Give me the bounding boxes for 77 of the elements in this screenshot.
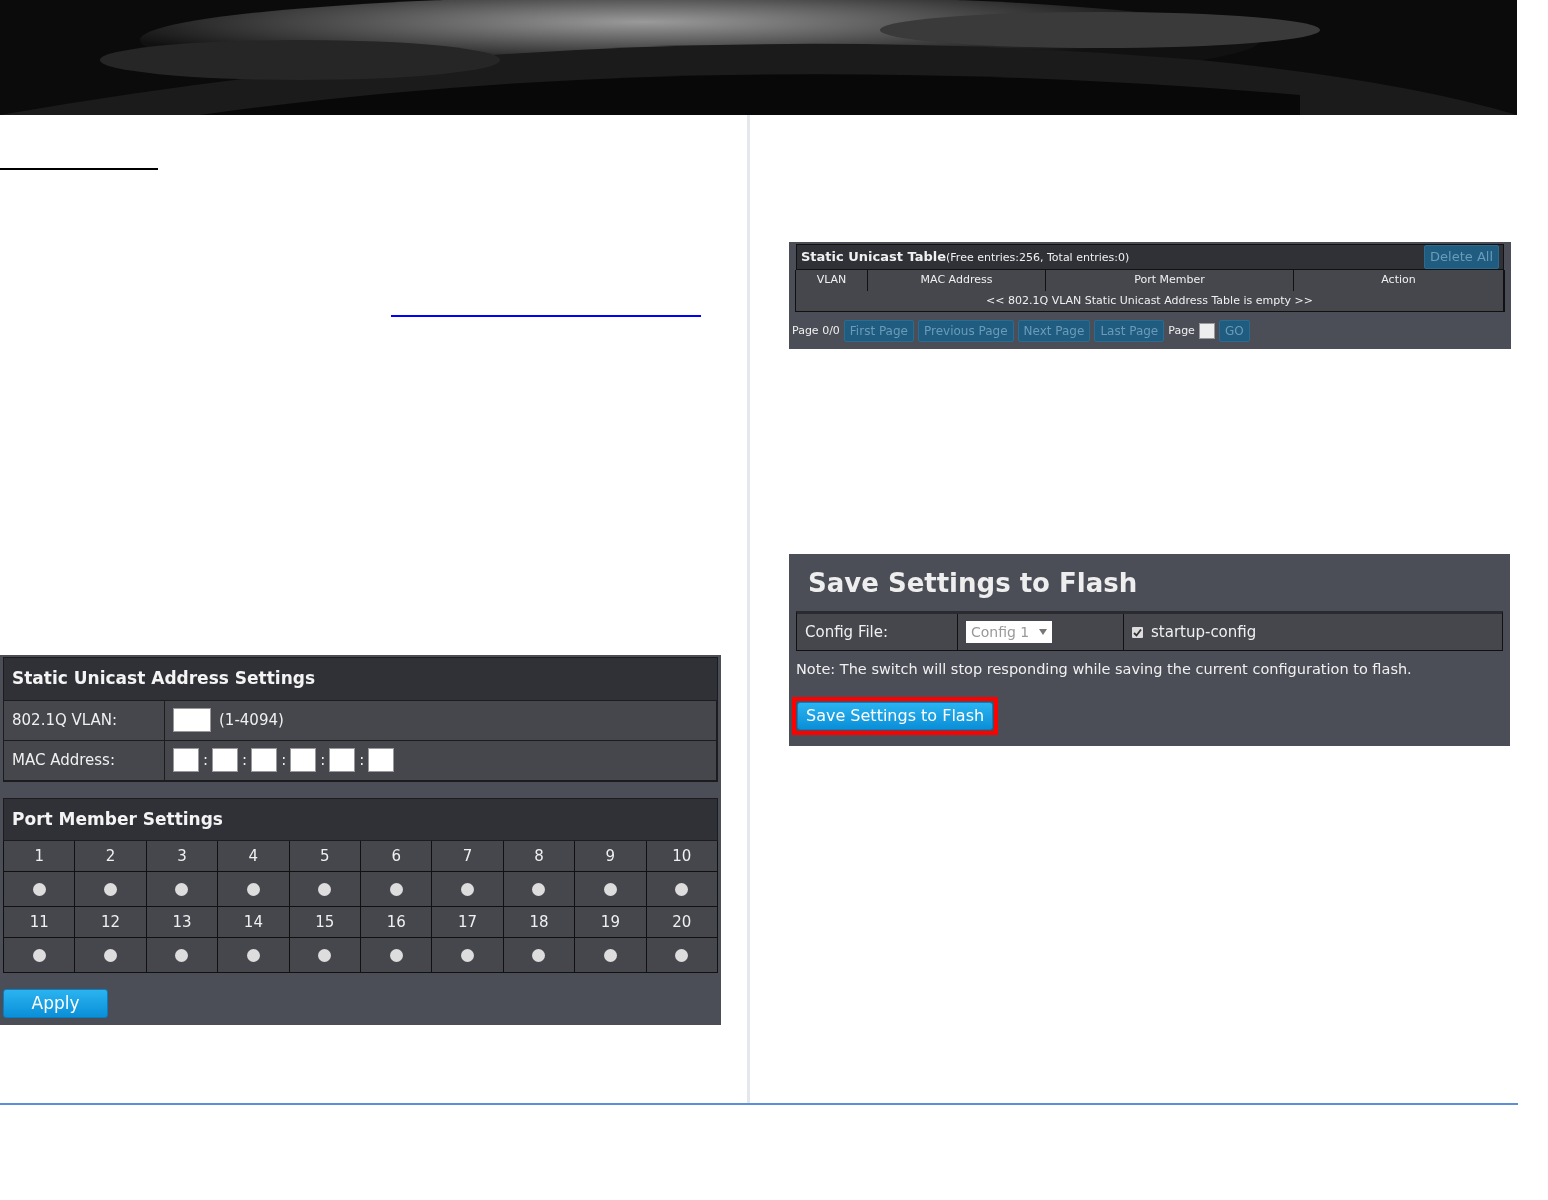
port-number: 5 [320, 845, 330, 867]
empty-message: << 802.1Q VLAN Static Unicast Address Table is empty >> [796, 290, 1504, 311]
panel-title: Static Unicast Address Settings [12, 668, 316, 688]
port-number: 15 [315, 911, 335, 933]
radio-button[interactable] [246, 948, 260, 962]
radio-button[interactable] [104, 948, 118, 962]
field-label: MAC Address: [12, 749, 115, 771]
port-number: 13 [172, 911, 192, 933]
port-number: 2 [105, 845, 116, 867]
entries-count: (Free entries:256, Total entries:0) [946, 250, 1130, 267]
port-number: 1 [34, 845, 44, 867]
field-label: Config File: [805, 621, 889, 643]
port-number: 10 [672, 845, 692, 867]
input-field[interactable] [212, 748, 239, 772]
port-number: 17 [458, 911, 478, 933]
input-field[interactable] [368, 748, 395, 772]
port-number: 6 [391, 845, 401, 867]
port-number: 12 [101, 911, 121, 933]
column-header: Port Member [1046, 270, 1294, 291]
input-field[interactable] [329, 748, 356, 772]
input-field[interactable] [173, 708, 211, 732]
radio-button[interactable] [603, 948, 617, 962]
radio-button[interactable] [318, 948, 332, 962]
port-number: 14 [243, 911, 263, 933]
port-number: 4 [248, 845, 259, 867]
panel-title: Port Member Settings [12, 808, 223, 829]
radio-button[interactable] [318, 882, 332, 896]
panel-title: Save Settings to Flash [808, 568, 1138, 598]
radio-button[interactable] [175, 948, 189, 962]
port-number: 18 [529, 911, 549, 933]
port-number: 7 [462, 845, 473, 867]
column-header: MAC Address [868, 270, 1046, 291]
checkbox[interactable] [1132, 626, 1143, 638]
dropdown-value: Config 1 [971, 622, 1030, 642]
page-input[interactable] [1198, 323, 1215, 339]
range-hint: (1-4094) [219, 709, 284, 731]
checkbox-label: startup-config [1151, 621, 1257, 643]
save-button[interactable]: Save Settings to Flash [797, 701, 994, 730]
port-number: 11 [29, 911, 49, 933]
caret-icon [1039, 629, 1048, 635]
separator: : [320, 749, 326, 771]
port-number: 16 [386, 911, 406, 933]
radio-button[interactable] [175, 882, 189, 896]
apply-button[interactable]: Apply [3, 989, 108, 1018]
separator: : [242, 749, 248, 771]
page-count: Page 0/0 [792, 322, 840, 339]
page-label: Page [1168, 322, 1195, 339]
port-number: 8 [534, 845, 544, 867]
radio-button[interactable] [532, 882, 546, 896]
radio-button[interactable] [675, 948, 689, 962]
port-number: 9 [605, 845, 616, 867]
port-number: 3 [177, 845, 187, 867]
port-number: 20 [672, 911, 692, 933]
note-text: Note: The switch will stop responding while saving the current configuration to flash. [795, 660, 1413, 679]
column-header: VLAN [796, 270, 868, 291]
table-title: Static Unicast Table [801, 248, 947, 267]
radio-button[interactable] [461, 948, 475, 962]
input-field[interactable] [251, 748, 278, 772]
field-label: 802.1Q VLAN: [12, 709, 117, 731]
radio-button[interactable] [675, 882, 689, 896]
column-header: Action [1294, 270, 1504, 291]
port-number: 19 [600, 911, 620, 933]
radio-button[interactable] [603, 882, 617, 896]
radio-button[interactable] [389, 948, 403, 962]
radio-button[interactable] [32, 882, 46, 896]
radio-button[interactable] [461, 882, 475, 896]
input-field[interactable] [290, 748, 317, 772]
input-field[interactable] [173, 748, 199, 772]
config-dropdown[interactable]: Config 1 [966, 621, 1053, 643]
radio-button[interactable] [389, 882, 403, 896]
radio-button[interactable] [104, 882, 118, 896]
radio-button[interactable] [32, 948, 46, 962]
separator: : [281, 749, 287, 771]
radio-button[interactable] [246, 882, 260, 896]
separator: : [203, 749, 209, 771]
separator: : [359, 749, 365, 771]
radio-button[interactable] [532, 948, 546, 962]
